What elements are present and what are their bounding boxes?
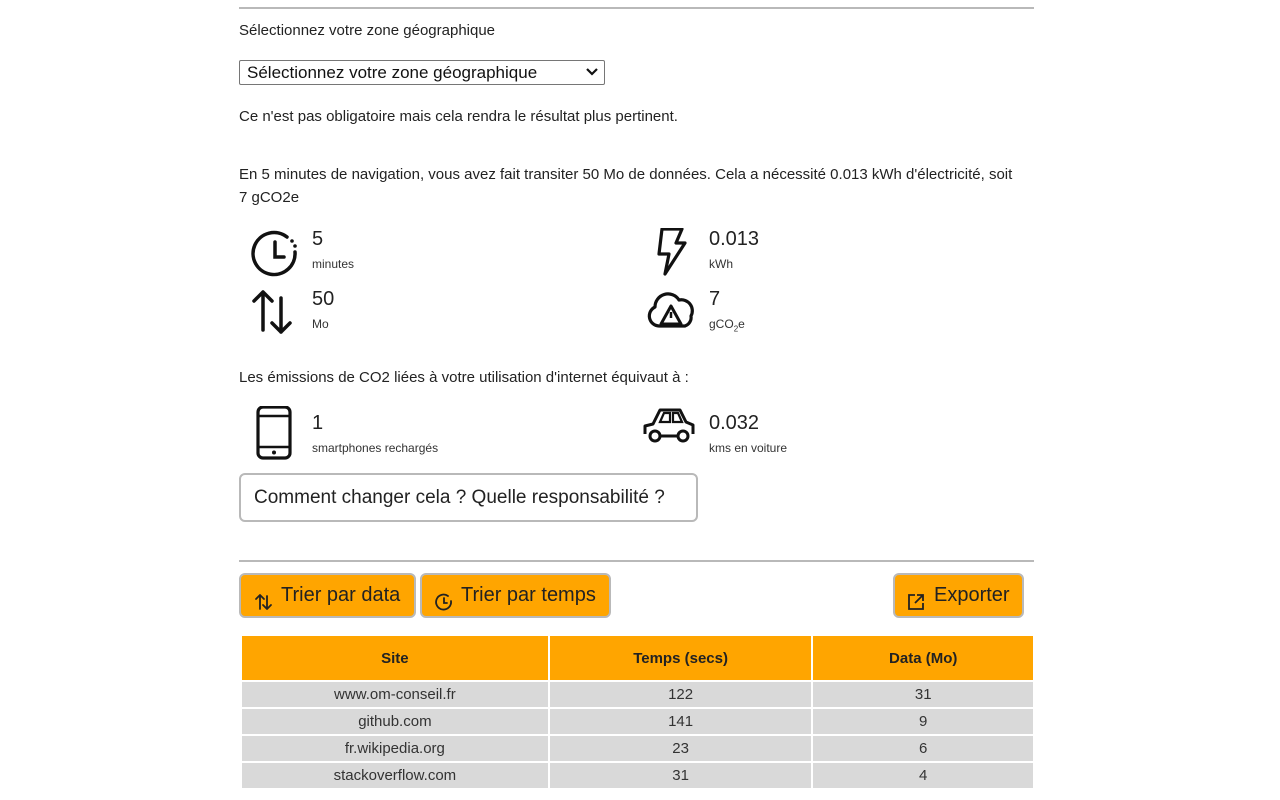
stat-data-unit: Mo — [312, 317, 329, 331]
cell-data: 9 — [813, 709, 1033, 734]
top-divider — [239, 7, 1034, 9]
cell-time: 141 — [549, 709, 812, 734]
cell-site: stackoverflow.com — [242, 763, 548, 788]
clock-icon — [434, 586, 454, 611]
car-icon — [641, 406, 695, 460]
stat-car-unit: kms en voiture — [709, 441, 788, 455]
zone-select-value: Sélectionnez votre zone géographique — [247, 63, 538, 82]
stat-time-unit: minutes — [312, 257, 355, 271]
cell-time: 31 — [549, 763, 812, 788]
smartphone-icon — [248, 405, 302, 460]
export-label: Exporter — [934, 584, 1010, 606]
column-header-site[interactable]: Site — [242, 636, 548, 680]
table-row: www.om-conseil.fr 122 31 — [242, 682, 1033, 707]
stat-energy-value: 0.013 — [709, 228, 760, 250]
equivalence-heading: Les émissions de CO2 liées à votre utili… — [239, 369, 689, 386]
table-row: fr.wikipedia.org 23 6 — [242, 736, 1033, 761]
cell-data: 6 — [813, 736, 1033, 761]
stat-co2-value: 7 — [709, 288, 721, 310]
cell-data: 4 — [813, 763, 1033, 788]
zone-select[interactable]: Sélectionnez votre zone géographique — [239, 60, 605, 85]
stat-smartphones-value: 1 — [312, 412, 324, 434]
stat-co2-unit: gCO2e — [709, 317, 745, 334]
sort-by-time-button[interactable]: Trier par temps — [420, 573, 611, 618]
cell-time: 122 — [549, 682, 812, 707]
change-button[interactable]: Comment changer cela ? Quelle responsabi… — [239, 473, 698, 522]
chevron-down-icon — [586, 62, 598, 89]
transfer-arrows-icon — [254, 586, 274, 610]
lightning-icon — [645, 227, 699, 282]
cell-site: fr.wikipedia.org — [242, 736, 548, 761]
cell-site: www.om-conseil.fr — [242, 682, 548, 707]
stat-smartphones-unit: smartphones rechargés — [312, 441, 439, 455]
zone-label: Sélectionnez votre zone géographique — [239, 22, 496, 39]
column-header-time[interactable]: Temps (secs) — [549, 636, 812, 680]
stat-time-value: 5 — [312, 228, 324, 250]
sort-by-data-button[interactable]: Trier par data — [239, 573, 416, 618]
sort-by-time-label: Trier par temps — [461, 584, 596, 606]
table-row: stackoverflow.com 31 4 — [242, 763, 1033, 788]
summary-text: En 5 minutes de navigation, vous avez fa… — [239, 166, 1013, 206]
sites-table: Site Temps (secs) Data (Mo) www.om-conse… — [240, 634, 1035, 790]
stat-energy-unit: kWh — [709, 257, 733, 271]
export-button[interactable]: Exporter — [893, 573, 1024, 618]
cell-data: 31 — [813, 682, 1033, 707]
cell-time: 23 — [549, 736, 812, 761]
cloud-warning-icon — [645, 288, 699, 342]
sort-by-data-label: Trier par data — [281, 584, 401, 606]
zone-note: Ce n'est pas obligatoire mais cela rendr… — [239, 108, 678, 125]
clock-icon — [248, 228, 302, 282]
cell-site: github.com — [242, 709, 548, 734]
table-header-row: Site Temps (secs) Data (Mo) — [242, 636, 1033, 680]
section-divider — [239, 560, 1034, 562]
stat-car-value: 0.032 — [709, 412, 760, 434]
transfer-arrows-icon — [248, 288, 302, 342]
column-header-data[interactable]: Data (Mo) — [813, 636, 1033, 680]
stat-data-value: 50 — [312, 288, 335, 310]
table-row: github.com 141 9 — [242, 709, 1033, 734]
external-link-icon — [906, 586, 926, 610]
